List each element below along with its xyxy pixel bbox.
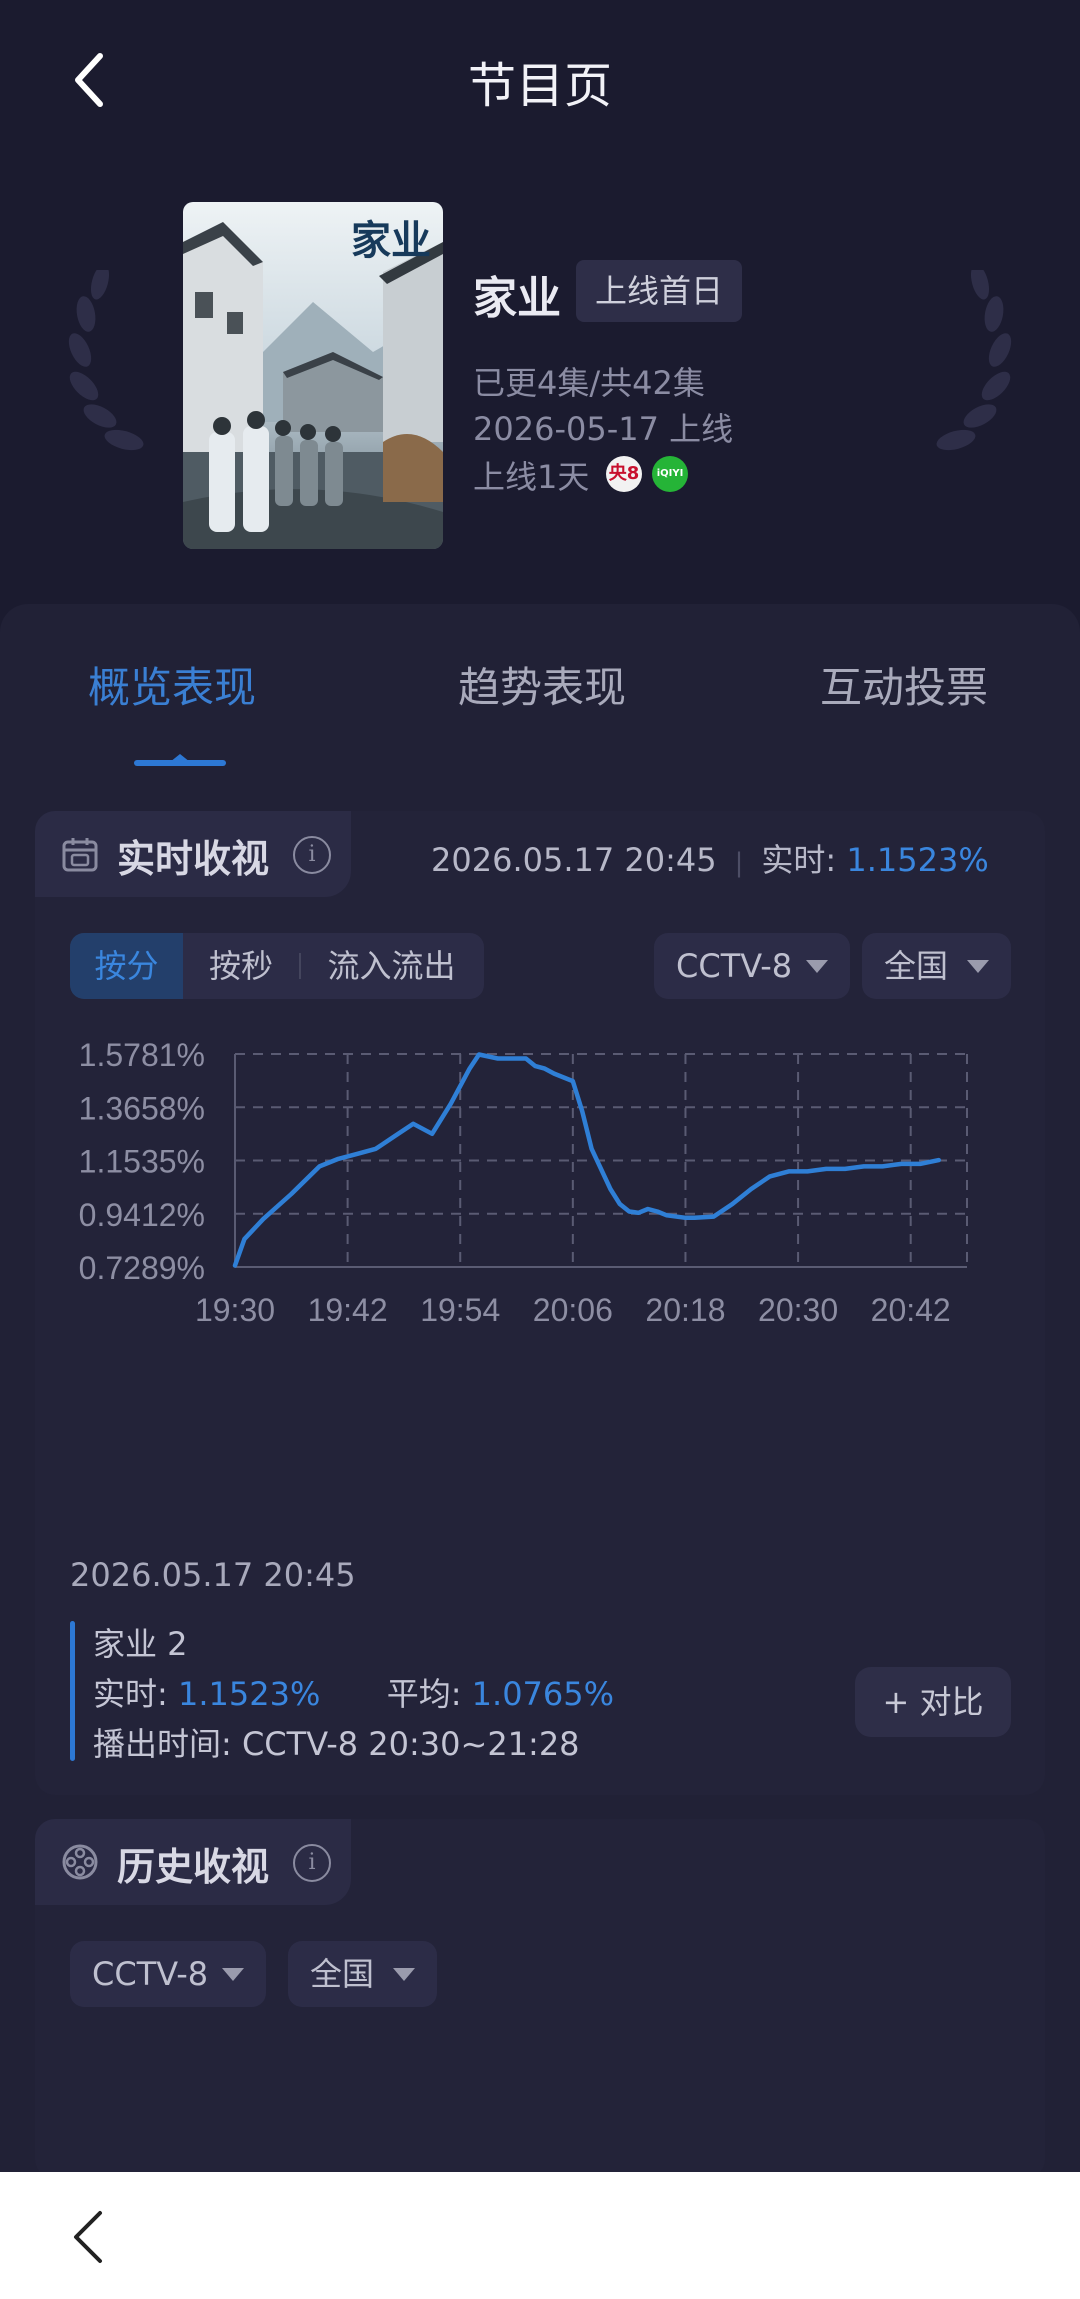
- dropdown-caret-icon: [806, 960, 828, 973]
- selected-airtime: 播出时间: CCTV-8 20:30~21:28: [93, 1725, 580, 1763]
- info-icon[interactable]: i: [293, 1844, 331, 1882]
- page-title: 节目页: [467, 58, 612, 114]
- calendar-tv-icon: [62, 838, 98, 872]
- y-tick-label: 0.7289%: [79, 1250, 205, 1286]
- history-title: 历史收视: [117, 1845, 270, 1889]
- channel-dropdown-value: CCTV-8: [676, 947, 793, 985]
- history-region-dropdown[interactable]: 全国: [288, 1941, 437, 2007]
- selected-avg-value: 1.0765%: [471, 1675, 615, 1713]
- dropdown-caret-icon: [393, 1968, 415, 1981]
- compare-button[interactable]: + 对比: [855, 1667, 1011, 1737]
- history-card: 历史收视 i CCTV-8 全国: [35, 1819, 1045, 2179]
- film-reel-icon: [62, 1844, 98, 1880]
- realtime-line-chart[interactable]: 0.7289% 0.9412% 1.1535% 1.3658% 1.5781% 19:30…: [35, 1024, 1045, 1354]
- info-icon[interactable]: i: [293, 836, 331, 874]
- selected-avg-label: 平均:: [386, 1675, 462, 1713]
- selected-rt-value: 1.1523%: [177, 1675, 321, 1713]
- selected-episode: 家业 2: [93, 1625, 188, 1663]
- realtime-meta: 2026.05.17 20:45 | 实时: 1.1523%: [431, 835, 989, 881]
- realtime-title: 实时收视: [117, 837, 270, 881]
- launch-tag: 上线首日: [576, 260, 742, 322]
- episode-count: 已更4集/共42集: [473, 364, 705, 402]
- history-header: 历史收视 i: [35, 1819, 351, 1905]
- y-tick-label: 1.5781%: [79, 1037, 205, 1073]
- mode-flow[interactable]: 流入流出: [299, 933, 484, 999]
- x-tick-label: 19:54: [420, 1292, 500, 1328]
- y-tick-label: 1.3658%: [79, 1090, 205, 1126]
- tab-vote[interactable]: 互动投票: [820, 654, 988, 715]
- y-tick-label: 0.9412%: [79, 1197, 205, 1233]
- laurel-right-icon: [936, 270, 1012, 451]
- show-poster[interactable]: 家业: [183, 202, 443, 549]
- region-dropdown-value: 全国: [884, 947, 949, 985]
- selected-date: 2026.05.17 20:45: [70, 1556, 356, 1594]
- realtime-value: 1.1523%: [846, 841, 989, 879]
- channel-dropdown[interactable]: CCTV-8: [654, 933, 850, 999]
- history-channel-value: CCTV-8: [92, 1955, 209, 1993]
- realtime-timestamp: 2026.05.17 20:45: [431, 841, 717, 879]
- selected-rt-label: 实时:: [93, 1675, 168, 1713]
- realtime-label: 实时:: [761, 841, 837, 879]
- x-tick-label: 20:30: [758, 1292, 838, 1328]
- tab-trend[interactable]: 趋势表现: [458, 654, 626, 715]
- x-tick-label: 19:42: [308, 1292, 388, 1328]
- release-date: 2026-05-17 上线: [473, 410, 734, 448]
- mode-per-minute[interactable]: 按分: [70, 933, 183, 999]
- meta-divider: |: [734, 848, 744, 878]
- days-online: 上线1天: [473, 458, 590, 496]
- realtime-header: 实时收视 i: [35, 811, 351, 897]
- history-region-value: 全国: [310, 1955, 375, 1993]
- mode-per-second[interactable]: 按秒: [183, 933, 299, 999]
- system-nav-bar: [0, 2172, 1080, 2299]
- iqiyi-icon: iQIYI: [652, 456, 688, 492]
- dropdown-caret-icon: [222, 1968, 244, 1981]
- laurel-left-icon: [68, 270, 144, 451]
- mode-segmented-control: 按分 按秒 流入流出: [70, 933, 484, 999]
- history-channel-dropdown[interactable]: CCTV-8: [70, 1941, 266, 2007]
- tab-overview[interactable]: 概览表现: [88, 654, 256, 715]
- region-dropdown[interactable]: 全国: [862, 933, 1011, 999]
- x-tick-label: 20:42: [871, 1292, 951, 1328]
- iqiyi-icon-text: iQIYI: [656, 468, 684, 479]
- x-tick-label: 19:30: [195, 1292, 275, 1328]
- y-tick-label: 1.1535%: [79, 1144, 205, 1180]
- realtime-card: 实时收视 i 2026.05.17 20:45 | 实时: 1.1523% 按分 按…: [35, 811, 1045, 1795]
- nav-back-icon[interactable]: [64, 2207, 114, 2267]
- selected-series-marker: [70, 1621, 75, 1761]
- poster-title: 家业: [351, 217, 431, 264]
- cctv8-icon: 央8: [606, 456, 642, 492]
- x-tick-label: 20:06: [533, 1292, 613, 1328]
- tab-indicator-caret: [170, 754, 190, 762]
- x-tick-label: 20:18: [645, 1292, 725, 1328]
- top-bar: 节目页: [0, 0, 1080, 160]
- selected-values: 实时: 1.1523% 平均: 1.0765%: [93, 1669, 614, 1715]
- dropdown-caret-icon: [967, 960, 989, 973]
- show-name: 家业: [473, 273, 561, 324]
